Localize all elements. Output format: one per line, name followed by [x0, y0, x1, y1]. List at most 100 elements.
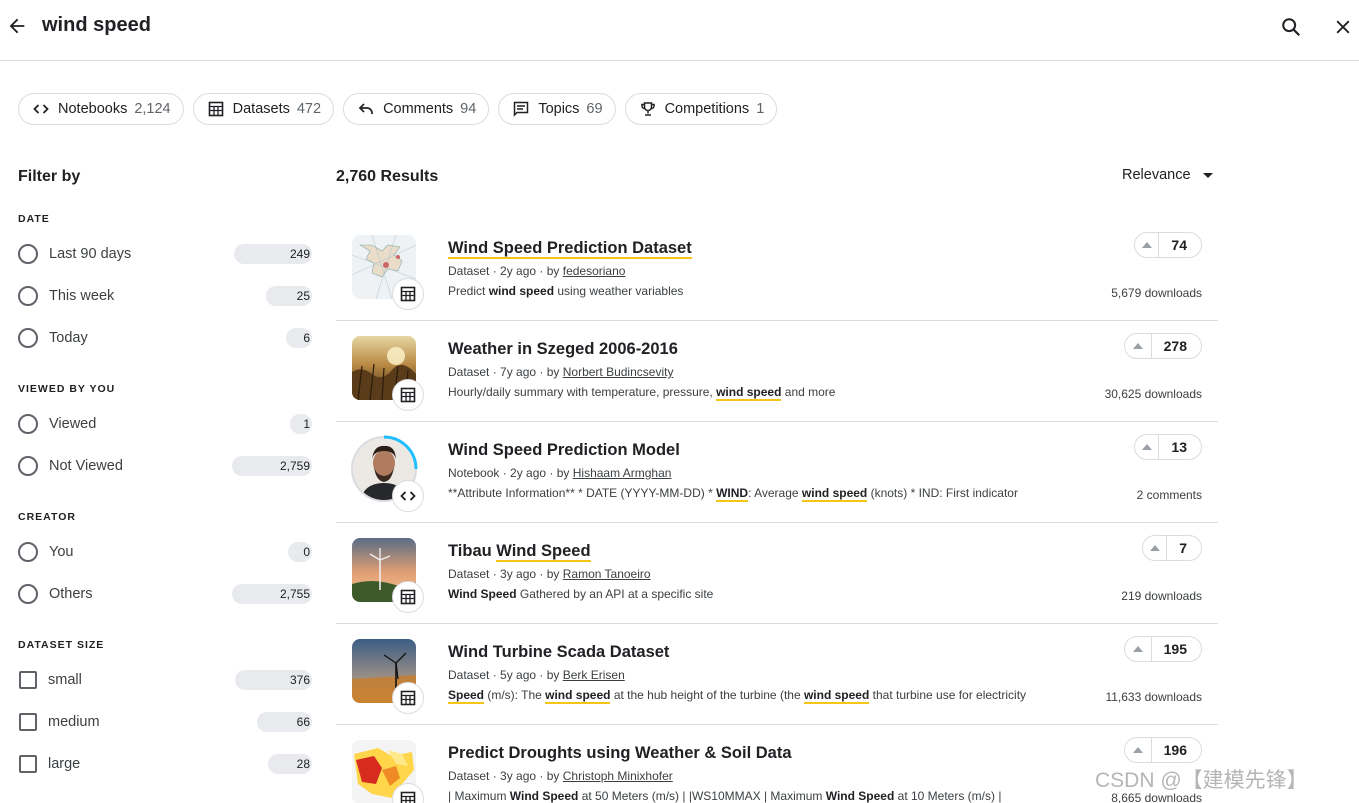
- chip-topics[interactable]: Topics 69: [498, 93, 616, 125]
- close-icon[interactable]: [1333, 17, 1353, 37]
- result-item[interactable]: Weather in Szeged 2006-2016 Dataset · 7y …: [336, 321, 1218, 422]
- filter-option[interactable]: large 28: [18, 752, 312, 776]
- upvote-arrow-icon[interactable]: [1125, 334, 1152, 358]
- checkbox[interactable]: [19, 755, 37, 773]
- filter-option-label: Not Viewed: [49, 458, 123, 474]
- filter-count-badge: 2,759: [232, 456, 312, 476]
- chip-count: 472: [296, 101, 322, 117]
- radio-button[interactable]: [18, 286, 38, 306]
- result-meta: Notebook · 2y ago · by Hishaam Armghan: [448, 466, 671, 480]
- filter-option[interactable]: This week 25: [18, 284, 312, 308]
- search-query[interactable]: wind speed: [42, 14, 151, 37]
- result-title[interactable]: Tibau Wind Speed: [448, 542, 591, 562]
- radio-button[interactable]: [18, 414, 38, 434]
- snippet-text: (knots) * IND: First indicator: [867, 486, 1018, 500]
- chip-notebooks[interactable]: Notebooks 2,124: [18, 93, 184, 125]
- result-item[interactable]: Wind Speed Prediction Model Notebook · 2y…: [336, 422, 1218, 523]
- author-link[interactable]: fedesoriano: [563, 264, 626, 278]
- upvote-arrow-icon[interactable]: [1135, 233, 1160, 257]
- filter-option[interactable]: Not Viewed 2,759: [18, 454, 312, 478]
- author-link[interactable]: Hishaam Armghan: [573, 466, 672, 480]
- result-title[interactable]: Wind Turbine Scada Dataset: [448, 643, 669, 662]
- result-snippet: Predict wind speed using weather variabl…: [448, 284, 683, 298]
- chip-label: Topics: [538, 101, 580, 117]
- filter-option[interactable]: small 376: [18, 668, 312, 692]
- watermark: CSDN @【建模先锋】: [1095, 769, 1308, 792]
- filter-option[interactable]: Today 6: [18, 326, 312, 350]
- result-title[interactable]: Wind Speed Prediction Dataset: [448, 239, 692, 259]
- author-link[interactable]: Christoph Minixhofer: [563, 769, 673, 783]
- filter-count-badge: 66: [257, 712, 312, 732]
- upvote-arrow-icon[interactable]: [1143, 536, 1168, 560]
- title-highlight: Wind Speed: [496, 542, 591, 562]
- upvote-button[interactable]: 74: [1134, 232, 1202, 258]
- filter-count-badge: 0: [288, 542, 312, 562]
- result-title[interactable]: Predict Droughts using Weather & Soil Da…: [448, 744, 792, 763]
- author-link[interactable]: Ramon Tanoeiro: [563, 567, 651, 581]
- table-icon: [208, 101, 223, 117]
- radio-button[interactable]: [18, 456, 38, 476]
- result-item[interactable]: Wind Speed Prediction Dataset Dataset · 2…: [336, 220, 1218, 321]
- back-arrow-icon[interactable]: [6, 15, 28, 37]
- result-stat: 5,679 downloads: [1111, 286, 1202, 300]
- dataset-badge: [392, 682, 424, 714]
- result-title[interactable]: Weather in Szeged 2006-2016: [448, 340, 678, 359]
- filter-option[interactable]: Viewed 1: [18, 412, 312, 436]
- snippet-text: (m/s): The: [484, 688, 546, 702]
- chip-datasets[interactable]: Datasets 472: [192, 93, 335, 125]
- result-meta: Dataset · 7y ago · by Norbert Budincsevi…: [448, 365, 673, 379]
- upvote-button[interactable]: 195: [1124, 636, 1202, 662]
- radio-button[interactable]: [18, 244, 38, 264]
- result-item[interactable]: Wind Turbine Scada Dataset Dataset · 5y a…: [336, 624, 1218, 725]
- chip-count: 2,124: [134, 101, 171, 117]
- meta-text: Dataset · 5y ago · by: [448, 668, 563, 682]
- result-item[interactable]: Predict Droughts using Weather & Soil Da…: [336, 725, 1218, 803]
- chip-comments[interactable]: Comments 94: [343, 93, 490, 125]
- sort-label: Relevance: [1122, 167, 1191, 183]
- radio-button[interactable]: [18, 542, 38, 562]
- filter-group-viewed: VIEWED BY YOU: [18, 383, 116, 395]
- radio-button[interactable]: [18, 328, 38, 348]
- caret-down-icon: [1202, 172, 1213, 178]
- table-icon: [400, 286, 416, 302]
- title-text: Wind Turbine Scada Dataset: [448, 643, 670, 661]
- meta-text: Notebook · 2y ago · by: [448, 466, 573, 480]
- upvote-arrow-icon[interactable]: [1125, 738, 1152, 762]
- author-link[interactable]: Berk Erisen: [563, 668, 625, 682]
- chip-competitions[interactable]: Competitions 1: [624, 93, 778, 125]
- filter-option[interactable]: Others 2,755: [18, 582, 312, 606]
- upvote-button[interactable]: 7: [1142, 535, 1202, 561]
- upvote-arrow-icon[interactable]: [1135, 435, 1160, 459]
- upvote-button[interactable]: 196: [1124, 737, 1202, 763]
- table-icon: [400, 791, 416, 803]
- filter-count-badge: 1: [290, 414, 312, 434]
- radio-button[interactable]: [18, 584, 38, 604]
- checkbox[interactable]: [19, 713, 37, 731]
- search-icon[interactable]: [1280, 16, 1302, 38]
- result-item[interactable]: Tibau Wind Speed Dataset · 3y ago · by Ra…: [336, 523, 1218, 624]
- upvote-button[interactable]: 278: [1124, 333, 1202, 359]
- filter-group-creator: CREATOR: [18, 511, 76, 523]
- snippet-text: and more: [781, 385, 836, 399]
- filter-option-label: Others: [49, 586, 93, 602]
- filter-count-badge: 6: [286, 328, 312, 348]
- filter-option[interactable]: medium 66: [18, 710, 312, 734]
- checkbox[interactable]: [19, 671, 37, 689]
- result-title[interactable]: Wind Speed Prediction Model: [448, 441, 680, 460]
- upvote-arrow-icon[interactable]: [1125, 637, 1152, 661]
- snippet-text: Predict: [448, 284, 489, 298]
- filter-option[interactable]: You 0: [18, 540, 312, 564]
- dataset-badge: [392, 379, 424, 411]
- snippet-text: that turbine use for electricity: [869, 688, 1027, 702]
- filter-option[interactable]: Last 90 days 249: [18, 242, 312, 266]
- snippet-highlight: WIND: [716, 486, 749, 502]
- filter-option-label: Last 90 days: [49, 246, 132, 262]
- trophy-icon: [640, 102, 655, 116]
- sort-dropdown[interactable]: Relevance: [1122, 167, 1213, 183]
- result-stat: 219 downloads: [1121, 589, 1202, 603]
- chip-count: 1: [756, 101, 765, 117]
- filter-option-label: You: [49, 544, 74, 560]
- upvote-button[interactable]: 13: [1134, 434, 1202, 460]
- author-link[interactable]: Norbert Budincsevity: [563, 365, 674, 379]
- code-icon: [400, 491, 416, 501]
